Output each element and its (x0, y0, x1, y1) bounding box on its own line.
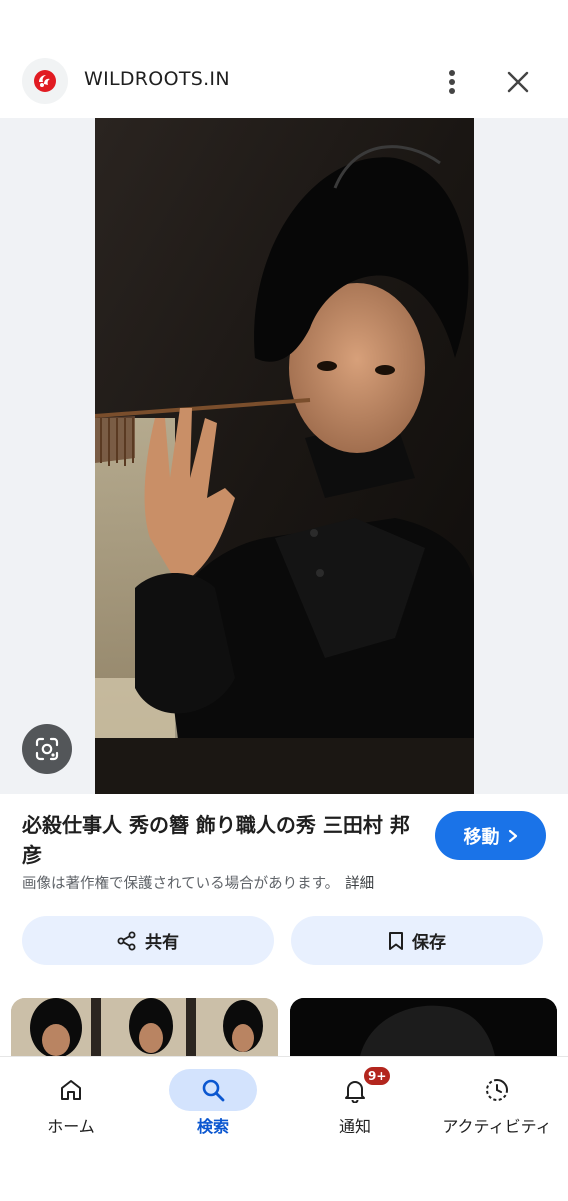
copyright-text: 画像は著作権で保護されている場合があります。 (22, 876, 340, 892)
nav-home-label: ホーム (47, 1117, 95, 1136)
notification-badge: 9+ (362, 1065, 393, 1087)
search-icon (202, 1079, 225, 1102)
nav-search-label: 検索 (196, 1117, 229, 1136)
nav-notifications[interactable]: 9+ 通知 (284, 1057, 426, 1157)
save-label: 保存 (412, 933, 446, 953)
copyright-notice: 画像は著作権で保護されている場合があります。 詳細 (22, 872, 374, 893)
share-icon (117, 931, 136, 950)
bookmark-icon (389, 931, 403, 950)
main-photo[interactable] (95, 118, 474, 794)
photo-illustration (95, 118, 474, 794)
viewer-header: WILDROOTS.IN (0, 0, 568, 118)
more-options-button[interactable] (437, 66, 467, 98)
nav-search-icon-wrap (169, 1069, 257, 1111)
visit-button[interactable]: 移動 (435, 811, 546, 860)
activity-icon (486, 1079, 508, 1101)
share-button[interactable]: 共有 (22, 916, 274, 965)
google-lens-icon (35, 737, 59, 761)
home-icon (61, 1080, 81, 1100)
close-icon (507, 71, 529, 93)
save-button[interactable]: 保存 (291, 916, 543, 965)
nav-home-icon-wrap (27, 1069, 115, 1111)
nav-home[interactable]: ホーム (0, 1057, 142, 1157)
related-image-thumbnail[interactable] (290, 998, 557, 1056)
nav-notifications-label: 通知 (338, 1117, 371, 1136)
wildroots-logo-icon (34, 70, 56, 92)
site-name[interactable]: WILDROOTS.IN (84, 68, 230, 90)
share-label: 共有 (145, 933, 179, 953)
google-lens-button[interactable] (22, 724, 72, 774)
image-preview-area (0, 118, 568, 794)
site-favicon[interactable] (22, 58, 68, 104)
details-link[interactable]: 詳細 (345, 876, 374, 892)
visit-button-label: 移動 (463, 826, 500, 848)
close-button[interactable] (502, 66, 534, 98)
chevron-right-icon (508, 829, 517, 842)
thumbnail-illustration (11, 998, 278, 1056)
nav-search[interactable]: 検索 (142, 1057, 284, 1157)
nav-activity[interactable]: アクティビティ (426, 1057, 568, 1157)
thumbnail-illustration (290, 998, 557, 1056)
bottom-navigation: ホーム 検索 9+ 通知 アクティビティ (0, 1056, 568, 1201)
related-image-thumbnail[interactable] (11, 998, 278, 1056)
nav-activity-label: アクティビティ (442, 1117, 552, 1136)
nav-activity-icon-wrap (453, 1069, 541, 1111)
result-title: 必殺仕事人 秀の簪 飾り職人の秀 三田村 邦彦 (22, 813, 410, 867)
more-vert-icon (449, 70, 455, 94)
